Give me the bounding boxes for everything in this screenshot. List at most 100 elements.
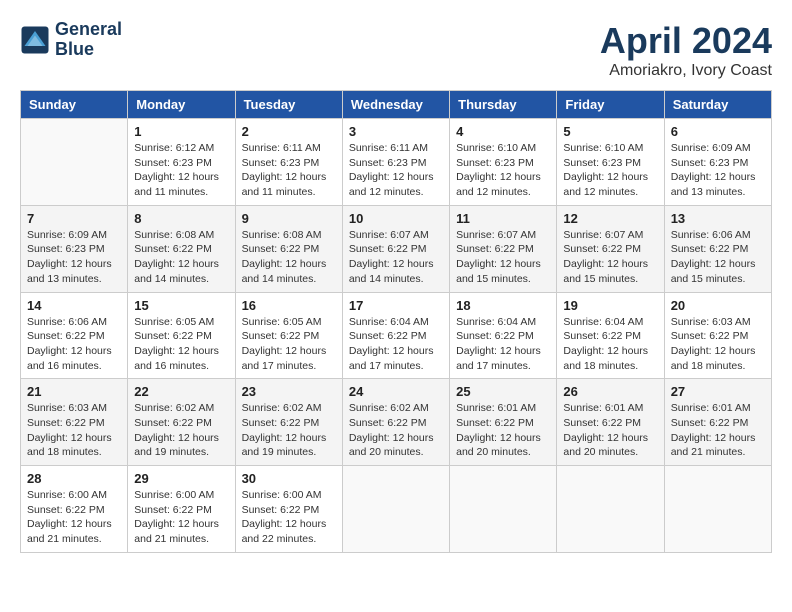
calendar-cell: 20 Sunrise: 6:03 AMSunset: 6:22 PMDayligh… (664, 292, 771, 379)
day-info: Sunrise: 6:04 AMSunset: 6:22 PMDaylight:… (563, 315, 657, 374)
calendar-cell: 15 Sunrise: 6:05 AMSunset: 6:22 PMDayligh… (128, 292, 235, 379)
calendar-cell: 10 Sunrise: 6:07 AMSunset: 6:22 PMDayligh… (342, 205, 449, 292)
weekday-header-sunday: Sunday (21, 91, 128, 119)
day-info: Sunrise: 6:06 AMSunset: 6:22 PMDaylight:… (671, 228, 765, 287)
calendar-table: SundayMondayTuesdayWednesdayThursdayFrid… (20, 90, 772, 553)
calendar-cell: 1Sunrise: 6:12 AMSunset: 6:23 PMDaylight… (128, 119, 235, 206)
day-info: Sunrise: 6:07 AMSunset: 6:22 PMDaylight:… (456, 228, 550, 287)
day-number: 3 (349, 124, 443, 139)
day-number: 16 (242, 298, 336, 313)
day-info: Sunrise: 6:10 AMSunset: 6:23 PMDaylight:… (563, 141, 657, 200)
day-info: Sunrise: 6:08 AMSunset: 6:22 PMDaylight:… (242, 228, 336, 287)
day-info: Sunrise: 6:06 AMSunset: 6:22 PMDaylight:… (27, 315, 121, 374)
weekday-header-tuesday: Tuesday (235, 91, 342, 119)
calendar-cell: 29 Sunrise: 6:00 AMSunset: 6:22 PMDayligh… (128, 466, 235, 553)
calendar-cell: 11 Sunrise: 6:07 AMSunset: 6:22 PMDayligh… (450, 205, 557, 292)
calendar-cell: 17Sunrise: 6:04 AMSunset: 6:22 PMDayligh… (342, 292, 449, 379)
calendar-cell: 19 Sunrise: 6:04 AMSunset: 6:22 PMDayligh… (557, 292, 664, 379)
calendar-cell: 21 Sunrise: 6:03 AMSunset: 6:22 PMDayligh… (21, 379, 128, 466)
day-info: Sunrise: 6:11 AMSunset: 6:23 PMDaylight:… (242, 141, 336, 200)
day-number: 17 (349, 298, 443, 313)
day-info: Sunrise: 6:02 AMSunset: 6:22 PMDaylight:… (242, 401, 336, 460)
calendar-cell: 22 Sunrise: 6:02 AMSunset: 6:22 PMDayligh… (128, 379, 235, 466)
calendar-cell: 2 Sunrise: 6:11 AMSunset: 6:23 PMDaylight… (235, 119, 342, 206)
day-info: Sunrise: 6:09 AMSunset: 6:23 PMDaylight:… (27, 228, 121, 287)
weekday-header-thursday: Thursday (450, 91, 557, 119)
day-info: Sunrise: 6:10 AMSunset: 6:23 PMDaylight:… (456, 141, 550, 200)
day-number: 4 (456, 124, 550, 139)
day-info: Sunrise: 6:00 AMSunset: 6:22 PMDaylight:… (27, 488, 121, 547)
day-number: 13 (671, 211, 765, 226)
calendar-cell: 25 Sunrise: 6:01 AMSunset: 6:22 PMDayligh… (450, 379, 557, 466)
day-info: Sunrise: 6:01 AMSunset: 6:22 PMDaylight:… (671, 401, 765, 460)
day-info: Sunrise: 6:05 AMSunset: 6:22 PMDaylight:… (134, 315, 228, 374)
calendar-cell: 7 Sunrise: 6:09 AMSunset: 6:23 PMDaylight… (21, 205, 128, 292)
calendar-cell: 9 Sunrise: 6:08 AMSunset: 6:22 PMDaylight… (235, 205, 342, 292)
day-info: Sunrise: 6:07 AMSunset: 6:22 PMDaylight:… (563, 228, 657, 287)
weekday-header-saturday: Saturday (664, 91, 771, 119)
calendar-cell (342, 466, 449, 553)
day-info: Sunrise: 6:02 AMSunset: 6:22 PMDaylight:… (134, 401, 228, 460)
day-info: Sunrise: 6:03 AMSunset: 6:22 PMDaylight:… (671, 315, 765, 374)
day-info: Sunrise: 6:05 AMSunset: 6:22 PMDaylight:… (242, 315, 336, 374)
calendar-cell (664, 466, 771, 553)
day-number: 15 (134, 298, 228, 313)
day-number: 24 (349, 384, 443, 399)
day-number: 2 (242, 124, 336, 139)
day-info: Sunrise: 6:00 AMSunset: 6:22 PMDaylight:… (242, 488, 336, 547)
day-number: 11 (456, 211, 550, 226)
weekday-header-wednesday: Wednesday (342, 91, 449, 119)
calendar-cell (557, 466, 664, 553)
location-title: Amoriakro, Ivory Coast (600, 62, 772, 80)
day-number: 9 (242, 211, 336, 226)
calendar-cell: 28 Sunrise: 6:00 AMSunset: 6:22 PMDayligh… (21, 466, 128, 553)
day-number: 25 (456, 384, 550, 399)
calendar-cell: 3 Sunrise: 6:11 AMSunset: 6:23 PMDaylight… (342, 119, 449, 206)
logo-text: General Blue (55, 20, 122, 60)
calendar-cell: 23 Sunrise: 6:02 AMSunset: 6:22 PMDayligh… (235, 379, 342, 466)
day-number: 27 (671, 384, 765, 399)
logo: General Blue (20, 20, 122, 60)
day-info: Sunrise: 6:04 AMSunset: 6:22 PMDaylight:… (456, 315, 550, 374)
day-number: 28 (27, 471, 121, 486)
day-number: 12 (563, 211, 657, 226)
month-title: April 2024 (600, 20, 772, 62)
day-number: 14 (27, 298, 121, 313)
calendar-cell (21, 119, 128, 206)
day-number: 1 (134, 124, 228, 139)
day-info: Sunrise: 6:00 AMSunset: 6:22 PMDaylight:… (134, 488, 228, 547)
day-info: Sunrise: 6:03 AMSunset: 6:22 PMDaylight:… (27, 401, 121, 460)
day-number: 26 (563, 384, 657, 399)
calendar-cell: 14 Sunrise: 6:06 AMSunset: 6:22 PMDayligh… (21, 292, 128, 379)
day-info: Sunrise: 6:02 AMSunset: 6:22 PMDaylight:… (349, 401, 443, 460)
day-number: 21 (27, 384, 121, 399)
page-header: General Blue April 2024 Amoriakro, Ivory… (20, 20, 772, 80)
day-number: 29 (134, 471, 228, 486)
day-number: 30 (242, 471, 336, 486)
day-info: Sunrise: 6:09 AMSunset: 6:23 PMDaylight:… (671, 141, 765, 200)
calendar-cell: 12 Sunrise: 6:07 AMSunset: 6:22 PMDayligh… (557, 205, 664, 292)
day-number: 10 (349, 211, 443, 226)
day-info: Sunrise: 6:11 AMSunset: 6:23 PMDaylight:… (349, 141, 443, 200)
weekday-header-monday: Monday (128, 91, 235, 119)
day-info: Sunrise: 6:08 AMSunset: 6:22 PMDaylight:… (134, 228, 228, 287)
calendar-cell: 24 Sunrise: 6:02 AMSunset: 6:22 PMDayligh… (342, 379, 449, 466)
day-info: Sunrise: 6:01 AMSunset: 6:22 PMDaylight:… (563, 401, 657, 460)
calendar-cell: 16 Sunrise: 6:05 AMSunset: 6:22 PMDayligh… (235, 292, 342, 379)
day-number: 20 (671, 298, 765, 313)
day-number: 18 (456, 298, 550, 313)
calendar-cell: 8Sunrise: 6:08 AMSunset: 6:22 PMDaylight… (128, 205, 235, 292)
day-info: Sunrise: 6:01 AMSunset: 6:22 PMDaylight:… (456, 401, 550, 460)
day-number: 19 (563, 298, 657, 313)
weekday-header-friday: Friday (557, 91, 664, 119)
calendar-cell: 18 Sunrise: 6:04 AMSunset: 6:22 PMDayligh… (450, 292, 557, 379)
calendar-cell: 30 Sunrise: 6:00 AMSunset: 6:22 PMDayligh… (235, 466, 342, 553)
logo-icon (20, 25, 50, 55)
calendar-cell: 13 Sunrise: 6:06 AMSunset: 6:22 PMDayligh… (664, 205, 771, 292)
day-number: 7 (27, 211, 121, 226)
day-number: 22 (134, 384, 228, 399)
day-info: Sunrise: 6:07 AMSunset: 6:22 PMDaylight:… (349, 228, 443, 287)
calendar-cell (450, 466, 557, 553)
calendar-cell: 4 Sunrise: 6:10 AMSunset: 6:23 PMDaylight… (450, 119, 557, 206)
day-number: 23 (242, 384, 336, 399)
